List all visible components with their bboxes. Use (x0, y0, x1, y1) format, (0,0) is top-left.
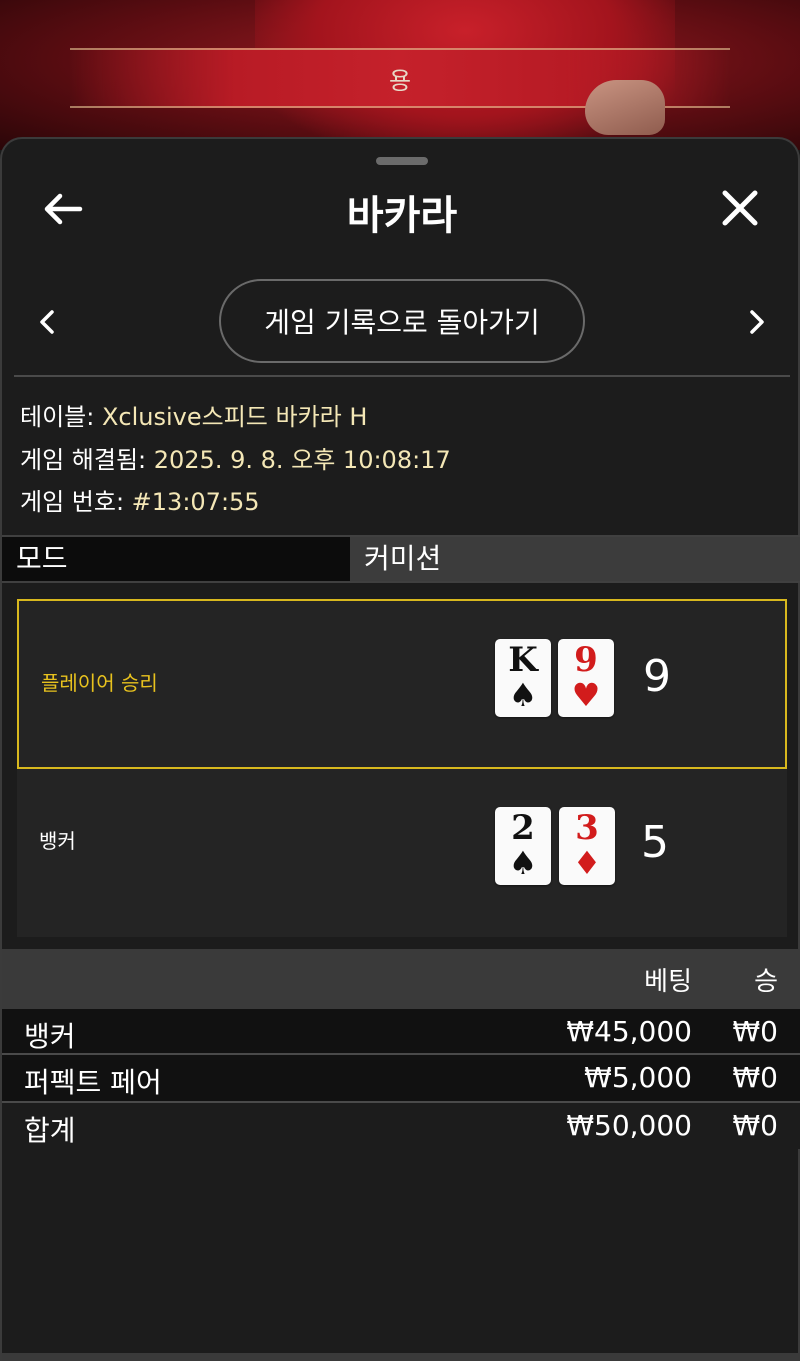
divider (14, 375, 790, 377)
spade-icon: ♠ (508, 844, 538, 882)
playing-card: 2 ♠ (495, 807, 551, 885)
hand-label: 플레이어 승리 (41, 671, 158, 695)
table-row: 퍼펙트 페어 ₩5,000 ₩0 (2, 1055, 800, 1101)
sheet-grabber[interactable] (376, 157, 428, 165)
player-hand-row: 플레이어 승리 K ♠ 9 ♥ 9 (17, 599, 787, 769)
info-table: 테이블: Xclusive스피드 바카라 H (20, 397, 367, 432)
spade-icon: ♠ (508, 676, 538, 714)
video-background: 용 (0, 0, 800, 150)
card-rank: 9 (574, 640, 598, 680)
win-amount: ₩0 (732, 1015, 779, 1048)
game-details-sheet: 바카라 게임 기록으로 돌아가기 테이블: Xclusive스피드 바카라 H … (0, 137, 800, 1361)
return-to-history-button[interactable]: 게임 기록으로 돌아가기 (219, 279, 585, 363)
banner-text: 용 (388, 66, 412, 95)
info-game-number: 게임 번호: #13:07:55 (20, 482, 260, 517)
table-row: 뱅커 ₩45,000 ₩0 (2, 1009, 800, 1055)
total-win-amount: ₩0 (732, 1109, 779, 1142)
info-table-label: 테이블: (20, 403, 102, 431)
playing-card: K ♠ (495, 639, 551, 717)
close-icon[interactable] (718, 189, 762, 229)
card-rank: K (508, 640, 538, 680)
total-label: 합계 (24, 1114, 76, 1147)
mode-bar: 모드 커미션 (2, 535, 800, 583)
bet-amount: ₩45,000 (566, 1015, 692, 1048)
bet-column-header: 베팅 (644, 967, 692, 997)
page-title: 바카라 (346, 193, 458, 239)
bet-amount: ₩5,000 (584, 1061, 692, 1094)
info-game-number-value: #13:07:55 (131, 488, 260, 516)
hands-area: 플레이어 승리 K ♠ 9 ♥ 9 뱅커 2 ♠ 3 ♦ 5 (17, 599, 787, 937)
playing-card: 3 ♦ (559, 807, 615, 885)
info-table-value: Xclusive스피드 바카라 H (101, 403, 368, 431)
dealer-hand (585, 80, 665, 135)
mode-value: 커미션 (350, 537, 800, 581)
win-column-header: 승 (754, 967, 778, 997)
banker-hand-row: 뱅커 2 ♠ 3 ♦ 5 (17, 767, 787, 937)
hand-score: 9 (643, 651, 671, 702)
chevron-right-icon[interactable] (742, 307, 772, 337)
playing-card: 9 ♥ (558, 639, 614, 717)
mode-label: 모드 (2, 537, 350, 581)
bet-name: 퍼펙트 페어 (24, 1066, 162, 1099)
card-rank: 3 (575, 808, 599, 848)
diamond-icon: ♦ (572, 844, 602, 882)
table-total-row: 합계 ₩50,000 ₩0 (2, 1103, 800, 1149)
info-game-number-label: 게임 번호: (20, 488, 132, 516)
heart-icon: ♥ (571, 676, 601, 714)
total-bet-amount: ₩50,000 (566, 1109, 692, 1142)
bets-table-header: 베팅 승 (2, 949, 800, 1009)
chevron-left-icon[interactable] (32, 307, 62, 337)
hand-label: 뱅커 (39, 829, 76, 853)
win-amount: ₩0 (732, 1061, 779, 1094)
info-resolved-label: 게임 해결됨: (20, 446, 154, 474)
bet-name: 뱅커 (24, 1020, 76, 1053)
card-rank: 2 (511, 808, 535, 848)
bottom-edge (2, 1353, 800, 1361)
hand-score: 5 (641, 817, 669, 868)
info-resolved: 게임 해결됨: 2025. 9. 8. 오후 10:08:17 (20, 440, 451, 475)
info-resolved-value: 2025. 9. 8. 오후 10:08:17 (153, 446, 451, 474)
